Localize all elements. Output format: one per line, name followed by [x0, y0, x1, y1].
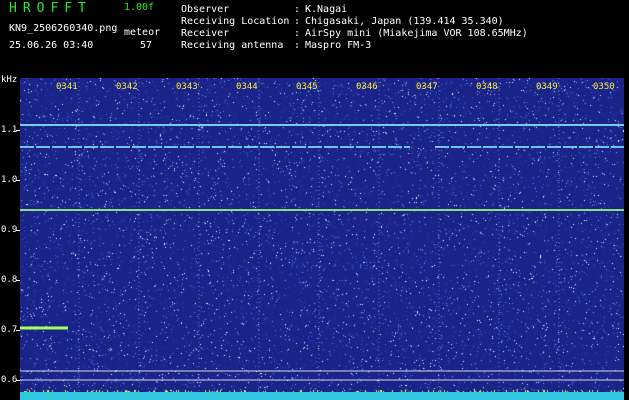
x-tick-label: 0348	[476, 82, 498, 92]
receiver-label: Receiver	[181, 28, 230, 39]
bottom-level-bar	[20, 392, 624, 400]
y-tick-label: 1.0	[1, 175, 18, 185]
file-name: KN9_2506260340.png	[9, 23, 118, 34]
x-tick-label: 0341	[56, 82, 78, 92]
antenna-label: Receiving antenna	[181, 40, 284, 51]
y-axis-unit: kHz	[1, 75, 18, 85]
x-tick-label: 0346	[356, 82, 378, 92]
x-tick-label: 0349	[536, 82, 558, 92]
x-tick-label: 0343	[176, 82, 198, 92]
location-value: Chigasaki, Japan (139.414 35.340)	[305, 16, 504, 27]
meteor-count-value: 57	[140, 40, 153, 51]
spectrogram-traces	[20, 78, 624, 392]
info-separator: :	[294, 16, 301, 27]
observer-value: K.Nagai	[305, 4, 348, 15]
x-tick-label: 0342	[116, 82, 138, 92]
observation-datetime: 25.06.26 03:40	[9, 40, 94, 51]
meteor-count-label: meteor	[124, 27, 161, 38]
info-separator: :	[294, 28, 301, 39]
y-tick-label: 0.7	[1, 325, 18, 335]
x-tick-label: 0347	[416, 82, 438, 92]
antenna-value: Maspro FM-3	[305, 40, 372, 51]
y-tick-label: 0.6	[1, 375, 18, 385]
x-tick-label: 0344	[236, 82, 258, 92]
info-separator: :	[294, 40, 301, 51]
spectrogram-panel	[20, 78, 624, 400]
y-tick-label: 1.1	[1, 125, 18, 135]
y-tick-label: 0.8	[1, 275, 18, 285]
app-title: HROFFT	[9, 1, 92, 16]
observer-label: Observer	[181, 4, 230, 15]
receiver-value: AirSpy mini (Miakejima VOR 108.65MHz)	[305, 28, 528, 39]
app-version: 1.00f	[124, 2, 155, 13]
y-tick-label: 0.9	[1, 225, 18, 235]
x-tick-label: 0345	[296, 82, 318, 92]
location-label: Receiving Location	[181, 16, 290, 27]
info-separator: :	[294, 4, 301, 15]
x-tick-label: 0350	[593, 82, 615, 92]
